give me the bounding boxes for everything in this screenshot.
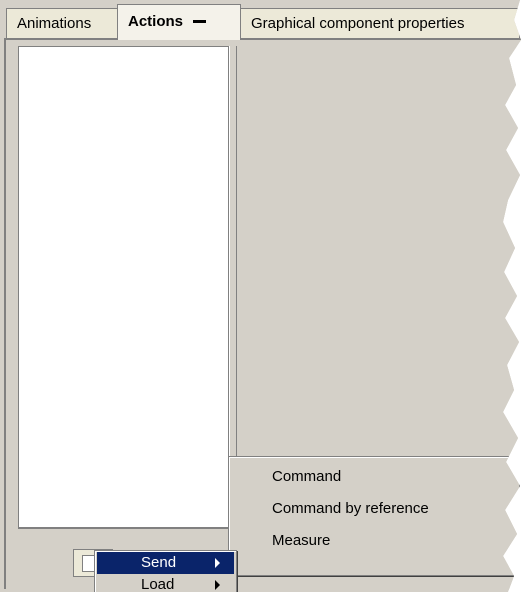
submenu-arrow-icon bbox=[215, 558, 220, 568]
menu-item-load[interactable]: Load bbox=[97, 574, 234, 593]
tab-strip: Animations Graphical component propertie… bbox=[0, 0, 521, 40]
tab-graphical-component-properties[interactable]: Graphical component properties bbox=[240, 8, 520, 40]
menu-item-load-label: Load bbox=[141, 576, 175, 593]
tab-actions-label: Actions bbox=[128, 13, 184, 30]
tab-animations[interactable]: Animations bbox=[6, 8, 118, 40]
menu-item-command[interactable]: Command bbox=[231, 463, 517, 491]
menu-item-send[interactable]: Send bbox=[97, 552, 234, 574]
actions-panel-window: Animations Graphical component propertie… bbox=[0, 0, 521, 593]
tab-animations-label: Animations bbox=[17, 15, 92, 32]
menu-item-send-label: Send bbox=[141, 554, 177, 571]
submenu-arrow-icon bbox=[215, 580, 220, 590]
menu-item-measure-label: Measure bbox=[272, 532, 331, 549]
context-menu: Send Load bbox=[94, 550, 237, 593]
menu-item-command-by-reference-label: Command by reference bbox=[272, 500, 429, 517]
actions-list[interactable] bbox=[18, 46, 229, 528]
menu-item-measure[interactable]: Measure bbox=[231, 527, 517, 555]
menu-item-command-label: Command bbox=[272, 468, 342, 485]
tab-actions[interactable]: Actions bbox=[117, 4, 241, 40]
send-submenu: Command Command by reference Measure bbox=[228, 456, 520, 576]
minimize-icon[interactable] bbox=[193, 19, 207, 23]
tab-graphical-label: Graphical component properties bbox=[251, 15, 465, 32]
menu-item-command-by-reference[interactable]: Command by reference bbox=[231, 495, 517, 523]
